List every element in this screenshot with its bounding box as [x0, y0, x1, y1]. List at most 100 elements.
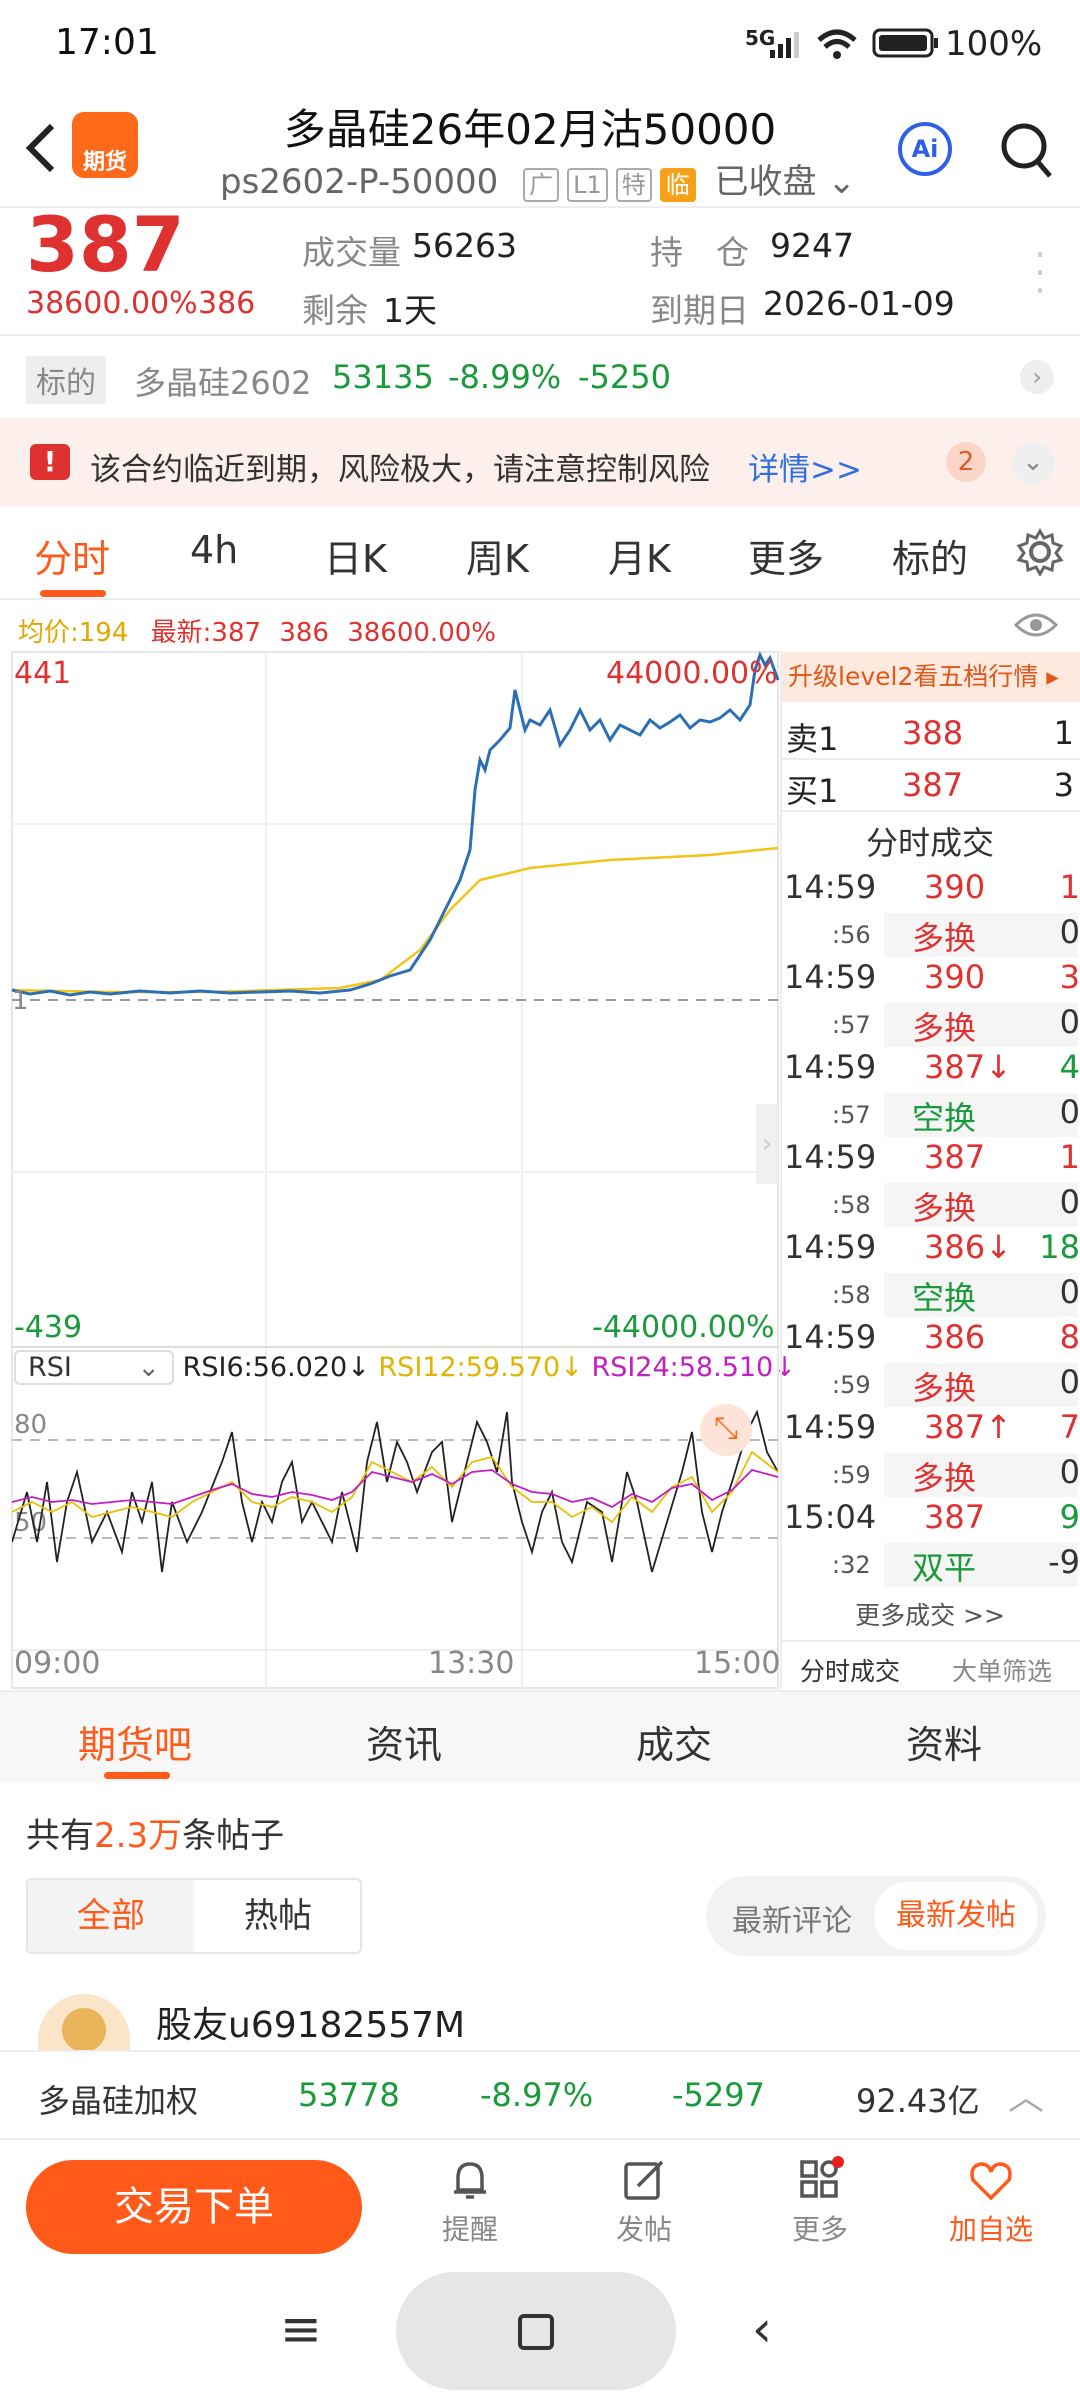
last-price: 387 [26, 200, 185, 289]
tab-large-orders[interactable]: 大单筛选 [952, 1652, 1052, 1688]
tab-monthly[interactable]: 月K [608, 528, 671, 583]
chart-info-line: 均价:194 最新:387 386 38600.00% [18, 612, 496, 649]
chart-change-pct: 38600.00% [347, 618, 496, 648]
forum-tab-indicator [104, 1772, 170, 1779]
open-interest-label: 持 仓 [650, 233, 749, 272]
grid-icon [800, 2156, 844, 2198]
post-count: 共有2.3万条帖子 [26, 1816, 285, 1856]
rsi-header: RSI ⌄ RSI6:56.020↓ RSI12:59.570↓ RSI24:5… [14, 1350, 796, 1390]
sort-latest-post[interactable]: 最新发帖 [874, 1882, 1038, 1950]
settings-gear-icon[interactable] [1016, 528, 1064, 576]
tab-weekly[interactable]: 周K [466, 528, 529, 583]
trade-order-button[interactable]: 交易下单 [26, 2160, 362, 2254]
trades-title: 分时成交 [865, 824, 994, 862]
remind-button[interactable]: 提醒 [430, 2156, 510, 2248]
chevron-right-icon: › [1020, 360, 1054, 394]
remaining-label: 剩余 [302, 291, 368, 330]
y-max-pct-label: 44000.00% [606, 656, 778, 691]
battery-icon [872, 28, 938, 58]
tab-forum[interactable]: 期货吧 [78, 1714, 192, 1769]
more-button[interactable]: 更多 [780, 2156, 860, 2248]
rsi24-value: RSI24:58.510↓ [591, 1352, 796, 1383]
weighted-index-bar[interactable]: 多晶硅加权 53778 -8.97% -5297 92.43亿 ︿ [0, 2050, 1080, 2140]
y-min-label: -439 [14, 1310, 83, 1345]
weighted-pct: -8.97% [480, 2076, 594, 2114]
post-username[interactable]: 股友u69182557M [156, 1996, 465, 2048]
tag-l1: L1 [567, 168, 608, 202]
trade-list: 14:59 390 1:56 多换 0 14:59 390 3:57 多换 0 14:59 387↓ 4… [784, 868, 1080, 1587]
nav-bar: ≡ ‹ [0, 2270, 1080, 2400]
nav-back-icon[interactable]: ‹ [752, 2300, 772, 2358]
y-min-pct-label: -44000.00% [592, 1310, 775, 1345]
price-change-pct: 38600.00% [26, 286, 198, 321]
expand-icon[interactable]: ⤡ [700, 1404, 752, 1456]
eye-icon[interactable] [1012, 608, 1060, 642]
expiry-label: 到期日 [650, 291, 749, 330]
tab-trades-small[interactable]: 分时成交 [800, 1652, 900, 1688]
heart-icon [970, 2162, 1012, 2201]
x-label-start: 09:00 [14, 1646, 101, 1681]
warning-count-badge: 2 [946, 442, 986, 482]
chevron-down-icon: ⌄ [827, 162, 856, 202]
tag-lin: 临 [659, 168, 696, 202]
tab-more[interactable]: 更多 [748, 528, 824, 583]
latest-price: 最新:387 [150, 618, 262, 648]
filter-all[interactable]: 全部 [28, 1880, 194, 1952]
underlying-name: 多晶硅2602 [134, 364, 312, 402]
ask-row: 卖1 388 1 [786, 714, 1074, 758]
sort-latest-comment[interactable]: 最新评论 [732, 1896, 852, 1940]
y-mid-label: 1 [12, 986, 29, 1016]
chart-change: 386 [279, 618, 329, 648]
underlying-pct: -8.99% [448, 358, 562, 396]
contract-code: ps2602-P-50000 [220, 162, 499, 202]
chevron-down-icon[interactable]: ⌄ [1012, 442, 1054, 484]
tab-underlying[interactable]: 标的 [892, 528, 968, 583]
alert-icon: ! [30, 444, 70, 480]
add-watchlist-button[interactable]: 加自选 [946, 2156, 1036, 2248]
remaining-value: 1天 [383, 291, 437, 330]
ai-button[interactable]: Ai [898, 122, 952, 176]
tab-news[interactable]: 资讯 [366, 1714, 442, 1769]
rsi12-line [12, 1450, 778, 1524]
risk-warning-banner[interactable]: ! 该合约临近到期，风险极大，请注意控制风险 详情>> 2 ⌄ [0, 418, 1080, 506]
chevron-up-icon[interactable]: ︿ [1008, 2068, 1044, 2120]
tab-4h[interactable]: 4h [190, 528, 238, 572]
weighted-name: 多晶硅加权 [38, 2082, 199, 2120]
battery-level: 100% [945, 24, 1043, 64]
tab-deals[interactable]: 成交 [636, 1714, 712, 1769]
price-change: 386 [198, 286, 256, 321]
volume-label: 成交量 [302, 233, 401, 272]
avatar[interactable] [38, 1994, 130, 2058]
active-tab-indicator [40, 590, 106, 597]
rsi-chart [12, 1409, 778, 1573]
collapse-handle[interactable]: › [756, 1104, 778, 1184]
edit-icon [624, 2160, 664, 2200]
app-logo: 期货 [72, 112, 138, 178]
back-icon[interactable] [22, 118, 58, 178]
bell-icon [454, 2162, 486, 2199]
weighted-price: 53778 [298, 2076, 400, 2114]
open-interest-value: 9247 [770, 226, 854, 265]
contract-code-row[interactable]: ps2602-P-50000 广 L1 特临 已收盘 ⌄ [220, 154, 880, 203]
level2-promo[interactable]: 升级level2看五档行情 ▸ [780, 652, 1080, 702]
post-button[interactable]: 发帖 [604, 2156, 684, 2248]
avg-price-line [11, 846, 779, 994]
warning-text: 该合约临近到期，风险极大，请注意控制风险 [90, 452, 710, 488]
indicator-select[interactable]: RSI ⌄ [14, 1350, 174, 1385]
tab-daily[interactable]: 日K [324, 528, 387, 583]
search-icon[interactable] [998, 118, 1058, 182]
more-trades-link[interactable]: 更多成交 >> [780, 1596, 1080, 1632]
volume-value: 56263 [412, 226, 517, 265]
signal-icon [770, 32, 799, 58]
filter-hot[interactable]: 热帖 [196, 1880, 360, 1952]
rsi12-value: RSI12:59.570↓ [378, 1352, 583, 1383]
more-options-icon[interactable]: · · · [1034, 236, 1046, 310]
tab-info[interactable]: 资料 [906, 1714, 982, 1769]
menu-icon[interactable]: ≡ [280, 2300, 322, 2358]
warning-detail-link[interactable]: 详情>> [748, 444, 862, 489]
underlying-row[interactable]: 标的 多晶硅2602 53135 -8.99% -5250 › [0, 336, 1080, 418]
tab-intraday[interactable]: 分时 [34, 528, 110, 583]
y-max-label: 441 [14, 656, 72, 691]
home-button[interactable] [396, 2272, 676, 2390]
market-state: 已收盘 [714, 162, 817, 202]
